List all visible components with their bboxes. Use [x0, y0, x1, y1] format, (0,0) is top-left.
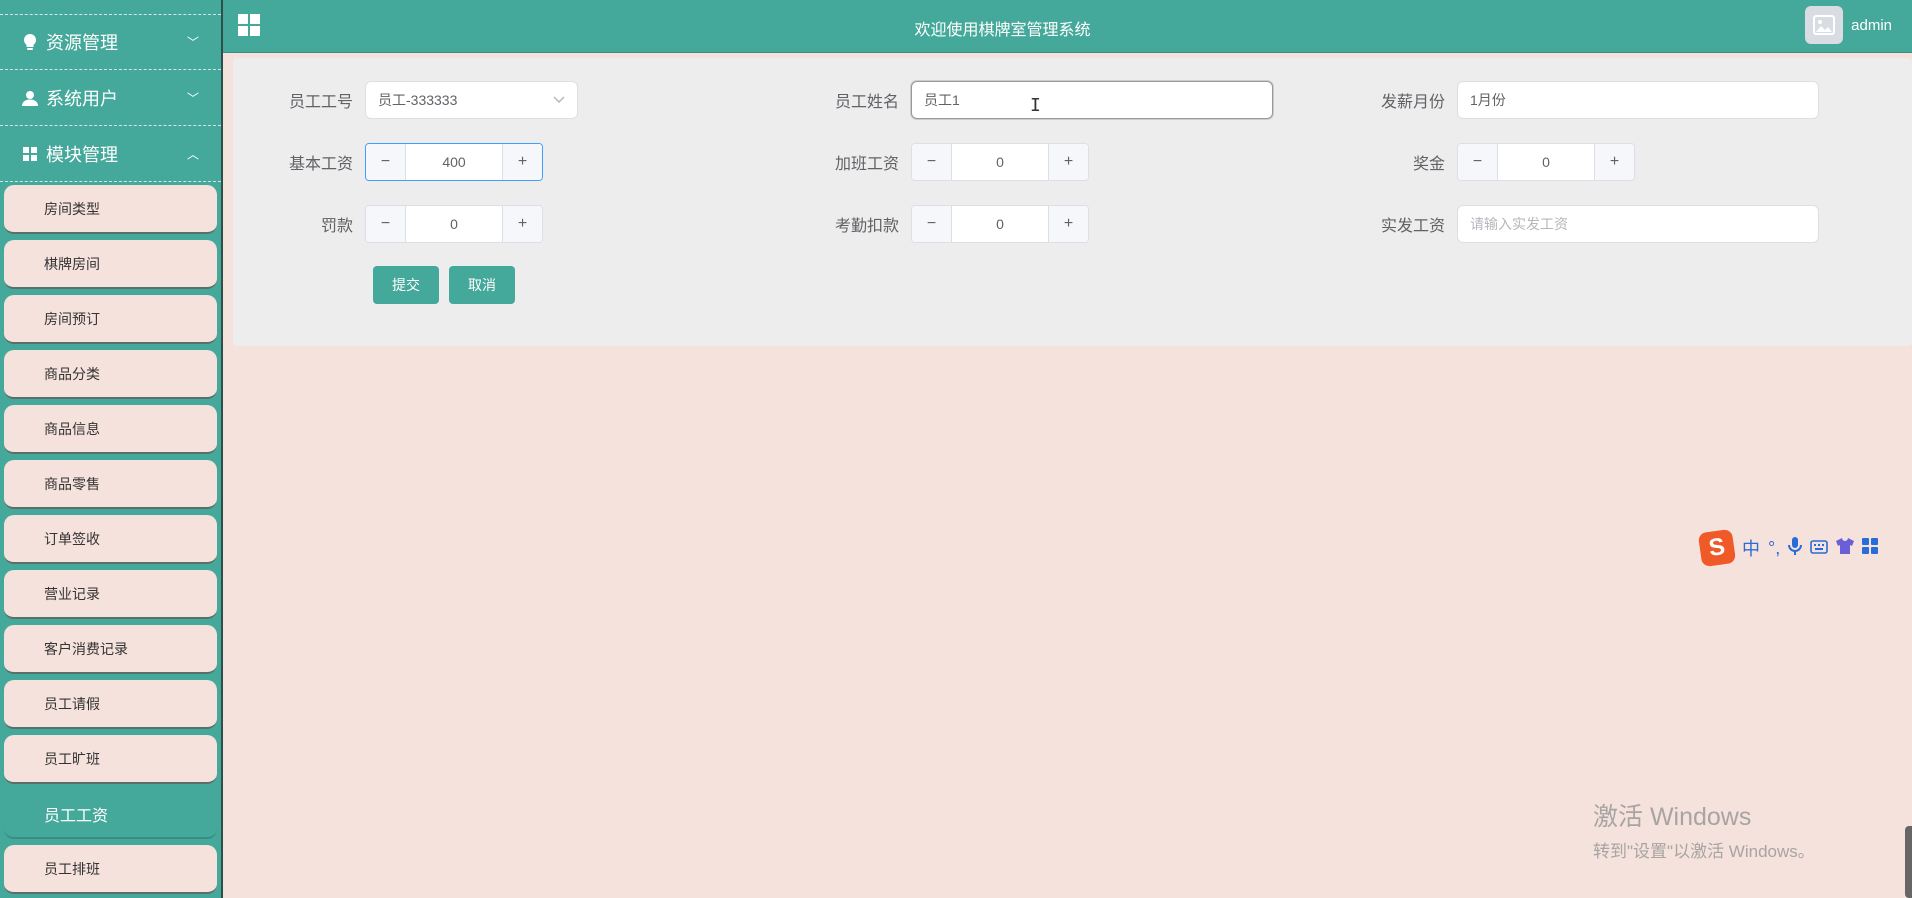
- sidebar-item-employee-leave[interactable]: 员工请假: [4, 680, 217, 729]
- increment-button[interactable]: +: [1594, 144, 1634, 180]
- toolbox-icon[interactable]: [1862, 537, 1879, 559]
- bulb-icon: [22, 34, 38, 50]
- fine-stepper[interactable]: − 0 +: [365, 205, 543, 243]
- chevron-up-icon: ︿: [186, 147, 199, 161]
- attendance-deduction-field: 考勤扣款 − 0 +: [809, 204, 1089, 244]
- pay-month-value: 1月份: [1470, 92, 1506, 108]
- decrement-button[interactable]: −: [1458, 144, 1498, 180]
- overtime-pay-label: 加班工资: [834, 156, 899, 173]
- actual-salary-label: 实发工资: [1380, 218, 1445, 235]
- username: admin: [1851, 16, 1892, 34]
- ime-mode-label[interactable]: 中: [1742, 535, 1760, 561]
- sidebar-item-product-retail[interactable]: 商品零售: [4, 460, 217, 509]
- image-icon: [1813, 15, 1836, 35]
- top-bar: 欢迎使用棋牌室管理系统 admin: [223, 0, 1912, 53]
- base-salary-field: 基本工资 − 400 +: [263, 142, 543, 182]
- skin-shirt-icon[interactable]: [1836, 537, 1855, 559]
- form-actions: 提交 取消: [373, 266, 515, 304]
- submit-button[interactable]: 提交: [373, 266, 439, 304]
- base-salary-label: 基本工资: [288, 156, 353, 173]
- employee-name-value: 员工1: [924, 92, 960, 108]
- attendance-deduction-label: 考勤扣款: [834, 218, 899, 235]
- increment-button[interactable]: +: [1048, 206, 1088, 242]
- text-cursor-icon: I: [1030, 95, 1041, 116]
- sidebar-item-employee-absence[interactable]: 员工旷班: [4, 735, 217, 784]
- sidebar-item-order-receipt[interactable]: 订单签收: [4, 515, 217, 564]
- employee-name-field: 员工姓名 员工1: [809, 80, 1273, 120]
- fine-field: 罚款 − 0 +: [263, 204, 543, 244]
- actual-salary-input[interactable]: 请输入实发工资: [1457, 205, 1819, 243]
- overtime-pay-field: 加班工资 − 0 +: [809, 142, 1089, 182]
- sogou-logo-icon: S: [1697, 528, 1737, 568]
- windows-activation-watermark: 激活 Windows 转到"设置"以激活 Windows。: [1593, 797, 1815, 862]
- employee-no-value: 员工-333333: [378, 92, 458, 108]
- increment-button[interactable]: +: [1048, 144, 1088, 180]
- avatar: [1805, 6, 1844, 44]
- increment-button[interactable]: +: [502, 206, 542, 242]
- sidebar-group-system-users[interactable]: 系统用户 ﹀: [0, 70, 221, 126]
- page-title: 欢迎使用棋牌室管理系统: [914, 22, 1091, 39]
- employee-no-label: 员工工号: [288, 94, 353, 111]
- actual-salary-field: 实发工资 请输入实发工资: [1355, 204, 1819, 244]
- sidebar: 资源管理 ﹀ 系统用户 ﹀ 模块管理 ︿ 房间类型 棋牌房间 房间预订 商品分类…: [0, 0, 223, 898]
- pay-month-field: 发薪月份 1月份: [1355, 80, 1819, 120]
- keyboard-icon[interactable]: [1810, 538, 1829, 559]
- sidebar-item-game-room[interactable]: 棋牌房间: [4, 240, 217, 289]
- sidebar-group-label: 资源管理: [46, 33, 118, 53]
- sidebar-group-label: 系统用户: [46, 88, 118, 109]
- sidebar-item-room-type[interactable]: 房间类型: [4, 185, 217, 234]
- punctuation-label[interactable]: °,: [1768, 538, 1780, 559]
- cancel-button[interactable]: 取消: [449, 266, 515, 304]
- sidebar-item-customer-consumption[interactable]: 客户消费记录: [4, 625, 217, 674]
- sidebar-item-product-category[interactable]: 商品分类: [4, 350, 217, 399]
- pay-month-label: 发薪月份: [1380, 94, 1445, 111]
- bonus-value[interactable]: 0: [1498, 144, 1594, 180]
- employee-no-field: 员工工号 员工-333333: [263, 80, 578, 120]
- sidebar-item-room-booking[interactable]: 房间预订: [4, 295, 217, 344]
- scrollbar-handle[interactable]: [1905, 826, 1912, 898]
- overtime-pay-value[interactable]: 0: [952, 144, 1048, 180]
- attendance-deduction-value[interactable]: 0: [952, 206, 1048, 242]
- sidebar-item-product-info[interactable]: 商品信息: [4, 405, 217, 454]
- increment-button[interactable]: +: [502, 144, 542, 180]
- bonus-label: 奖金: [1412, 156, 1445, 173]
- employee-no-select[interactable]: 员工-333333: [365, 81, 578, 119]
- fine-label: 罚款: [320, 218, 353, 235]
- employee-name-label: 员工姓名: [834, 94, 899, 111]
- chevron-down-icon: ﹀: [186, 35, 199, 50]
- grid-icon: [22, 146, 38, 162]
- bonus-field: 奖金 − 0 +: [1355, 142, 1635, 182]
- sidebar-group-resources[interactable]: 资源管理 ﹀: [0, 14, 221, 70]
- overtime-pay-stepper[interactable]: − 0 +: [911, 143, 1089, 181]
- salary-form: 员工工号 员工-333333 员工姓名 员工1 发薪月份 1月份 基本工资 − …: [233, 58, 1912, 346]
- decrement-button[interactable]: −: [366, 144, 406, 180]
- pay-month-input[interactable]: 1月份: [1457, 81, 1819, 119]
- user-icon: [22, 90, 38, 106]
- decrement-button[interactable]: −: [366, 206, 406, 242]
- chevron-down-icon: ﹀: [186, 91, 199, 105]
- watermark-title: 激活 Windows: [1593, 803, 1752, 831]
- user-menu[interactable]: admin: [1805, 6, 1892, 44]
- attendance-deduction-stepper[interactable]: − 0 +: [911, 205, 1089, 243]
- base-salary-stepper[interactable]: − 400 +: [365, 143, 543, 181]
- actual-salary-placeholder: 请输入实发工资: [1470, 216, 1568, 232]
- decrement-button[interactable]: −: [912, 144, 952, 180]
- chevron-down-icon: [553, 93, 565, 107]
- watermark-subtitle: 转到"设置"以激活 Windows。: [1593, 842, 1815, 861]
- base-salary-value[interactable]: 400: [406, 144, 502, 180]
- ime-toolbar[interactable]: S 中 °,: [1696, 528, 1912, 568]
- sidebar-item-employee-salary[interactable]: 员工工资: [4, 790, 217, 839]
- employee-name-input[interactable]: 员工1: [911, 81, 1273, 119]
- module-submenu: 房间类型 棋牌房间 房间预订 商品分类 商品信息 商品零售 订单签收 营业记录 …: [0, 182, 221, 894]
- microphone-icon[interactable]: [1788, 536, 1803, 560]
- sidebar-item-business-records[interactable]: 营业记录: [4, 570, 217, 619]
- sidebar-item-employee-schedule[interactable]: 员工排班: [4, 845, 217, 894]
- bonus-stepper[interactable]: − 0 +: [1457, 143, 1635, 181]
- fine-value[interactable]: 0: [406, 206, 502, 242]
- sidebar-group-modules[interactable]: 模块管理 ︿: [0, 126, 221, 182]
- decrement-button[interactable]: −: [912, 206, 952, 242]
- sidebar-group-label: 模块管理: [46, 144, 118, 165]
